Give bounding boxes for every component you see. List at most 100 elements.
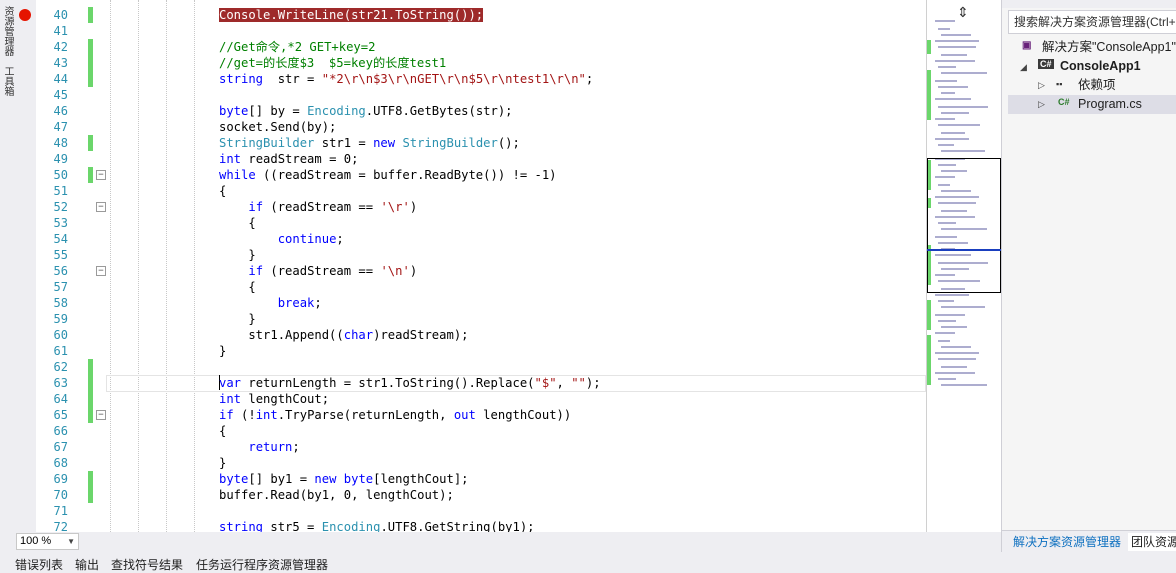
minimap-line: [935, 294, 969, 296]
code-line[interactable]: 58 break;: [14, 295, 926, 311]
line-number: 69: [53, 472, 68, 486]
code-text: int lengthCout;: [219, 391, 329, 407]
code-line[interactable]: 40 Console.WriteLine(str21.ToString());: [14, 7, 926, 23]
code-line[interactable]: 57 {: [14, 279, 926, 295]
minimap-viewport[interactable]: [927, 158, 1001, 293]
collapse-icon[interactable]: −: [96, 202, 106, 212]
code-line[interactable]: 45: [14, 87, 926, 103]
chevron-right-icon[interactable]: ▷: [1038, 99, 1045, 110]
tree-item-solution[interactable]: 解决方案"ConsoleApp1"(1 个项目): [1042, 38, 1176, 56]
code-token: Encoding: [307, 104, 366, 118]
code-line[interactable]: 53 {: [14, 215, 926, 231]
tab-task-runner-explorer[interactable]: 任务运行程序资源管理器: [196, 556, 328, 573]
code-line[interactable]: 50 − while ((readStream = buffer.ReadByte(…: [14, 167, 926, 183]
code-token: break: [277, 296, 315, 310]
code-text: StringBuilder str1 = new StringBuilder()…: [219, 135, 520, 151]
code-line[interactable]: 52 − if (readStream == '\r'): [14, 199, 926, 215]
line-number: 55: [53, 248, 68, 262]
code-line[interactable]: 43 //get=的长度$3 $5=key的长度test1: [14, 55, 926, 71]
tree-item-dependencies[interactable]: 依赖项: [1078, 76, 1116, 94]
tab-find-symbol-results[interactable]: 查找符号结果: [111, 556, 183, 573]
line-number: 68: [53, 456, 68, 470]
code-text: continue;: [219, 231, 344, 247]
tree-item-program-cs[interactable]: Program.cs: [1078, 95, 1142, 113]
minimap-line: [938, 340, 950, 342]
code-line[interactable]: 66 {: [14, 423, 926, 439]
code-text: if (readStream == '\r'): [219, 199, 417, 215]
code-line[interactable]: 44 string str = "*2\r\n$3\r\nGET\r\n$5\r\…: [14, 71, 926, 87]
code-editor[interactable]: 40 Console.WriteLine(str21.ToString()); 41…: [14, 0, 926, 532]
code-token: ): [409, 264, 418, 278]
code-token: (readStream ==: [263, 200, 381, 214]
code-text: {: [219, 279, 255, 295]
code-token: )readStream);: [373, 328, 469, 342]
code-line[interactable]: 56 − if (readStream == '\n'): [14, 263, 926, 279]
code-token: '\r': [380, 200, 410, 214]
side-tab-toolbox[interactable]: 工具箱: [0, 66, 14, 96]
code-line[interactable]: 47 socket.Send(by);: [14, 119, 926, 135]
code-line[interactable]: 67 return;: [14, 439, 926, 455]
code-token: "$": [534, 376, 557, 390]
minimap-line: [938, 28, 950, 30]
tree-item-project[interactable]: ConsoleApp1: [1060, 57, 1141, 75]
code-line[interactable]: 42 //Get命令,*2 GET+key=2: [14, 39, 926, 55]
code-line[interactable]: 72 string str5 = Encoding.UTF8.GetString(…: [14, 519, 926, 532]
code-token: [] by =: [248, 104, 308, 118]
tab-output[interactable]: 输出: [75, 556, 99, 573]
line-number: 72: [53, 520, 68, 532]
line-number: 54: [53, 232, 68, 246]
collapse-icon[interactable]: −: [96, 410, 106, 420]
code-line[interactable]: 54 continue;: [14, 231, 926, 247]
code-line[interactable]: 55 }: [14, 247, 926, 263]
code-line[interactable]: 68}: [14, 455, 926, 471]
code-line[interactable]: 48 StringBuilder str1 = new StringBuilder…: [14, 135, 926, 151]
code-line[interactable]: 60 str1.Append((char)readStream);: [14, 327, 926, 343]
code-line[interactable]: 49 int readStream = 0;: [14, 151, 926, 167]
tab-error-list[interactable]: 错误列表: [15, 556, 63, 573]
code-token: ;: [292, 440, 300, 454]
code-line[interactable]: 51 {: [14, 183, 926, 199]
tab-team-explorer[interactable]: 团队资源管理器: [1128, 533, 1176, 551]
code-line[interactable]: 41: [14, 23, 926, 39]
code-line[interactable]: 63 var returnLength = str1.ToString().Rep…: [14, 375, 926, 392]
chevron-right-icon[interactable]: ▷: [1038, 80, 1045, 91]
solution-search-input[interactable]: 搜索解决方案资源管理器(Ctrl+;): [1008, 10, 1176, 34]
minimap-line: [935, 372, 975, 374]
dependencies-icon: ▪▪: [1056, 79, 1063, 89]
code-token: int: [255, 408, 278, 422]
change-marker: [88, 471, 93, 487]
code-line[interactable]: 64 int lengthCout;: [14, 391, 926, 407]
code-line[interactable]: 65 − if (!int.TryParse(returnLength, out l…: [14, 407, 926, 423]
code-line[interactable]: 46 byte[] by = Encoding.UTF8.GetBytes(str…: [14, 103, 926, 119]
code-line[interactable]: 61}: [14, 343, 926, 359]
line-number: 42: [53, 40, 68, 54]
code-text: //get=的长度$3 $5=key的长度test1: [219, 55, 446, 71]
code-token: [] by1 =: [248, 472, 315, 486]
minimap-scrollbar[interactable]: ⇕: [926, 0, 1002, 532]
collapse-icon[interactable]: −: [96, 170, 106, 180]
code-text: Console.WriteLine(str21.ToString());: [219, 7, 484, 23]
change-marker: [88, 407, 93, 423]
split-window-icon[interactable]: ⇕: [957, 4, 969, 21]
minimap-line: [941, 34, 971, 36]
code-token: int: [219, 392, 242, 406]
code-text: string str = "*2\r\n$3\r\nGET\r\n$5\r\nt…: [219, 71, 593, 87]
zoom-dropdown[interactable]: 100 % ▼: [16, 533, 79, 550]
breakpoint-icon[interactable]: [19, 9, 31, 21]
tab-solution-explorer[interactable]: 解决方案资源管理器: [1013, 533, 1121, 551]
change-marker: [88, 375, 93, 391]
code-line[interactable]: 62: [14, 359, 926, 375]
collapse-icon[interactable]: −: [96, 266, 106, 276]
side-tab-explorer[interactable]: 资源管理器: [0, 6, 14, 56]
code-line[interactable]: 70 buffer.Read(by1, 0, lengthCout);: [14, 487, 926, 503]
code-line[interactable]: 69 byte[] by1 = new byte[lengthCout];: [14, 471, 926, 487]
code-line[interactable]: 71: [14, 503, 926, 519]
chevron-down-icon[interactable]: ◢: [1020, 62, 1027, 73]
chevron-down-icon: ▼: [67, 537, 75, 546]
minimap-change-marker: [927, 300, 931, 330]
code-line[interactable]: 59 }: [14, 311, 926, 327]
code-text: buffer.Read(by1, 0, lengthCout);: [219, 487, 454, 503]
code-token: (readStream ==: [263, 264, 381, 278]
change-marker: [88, 39, 93, 55]
